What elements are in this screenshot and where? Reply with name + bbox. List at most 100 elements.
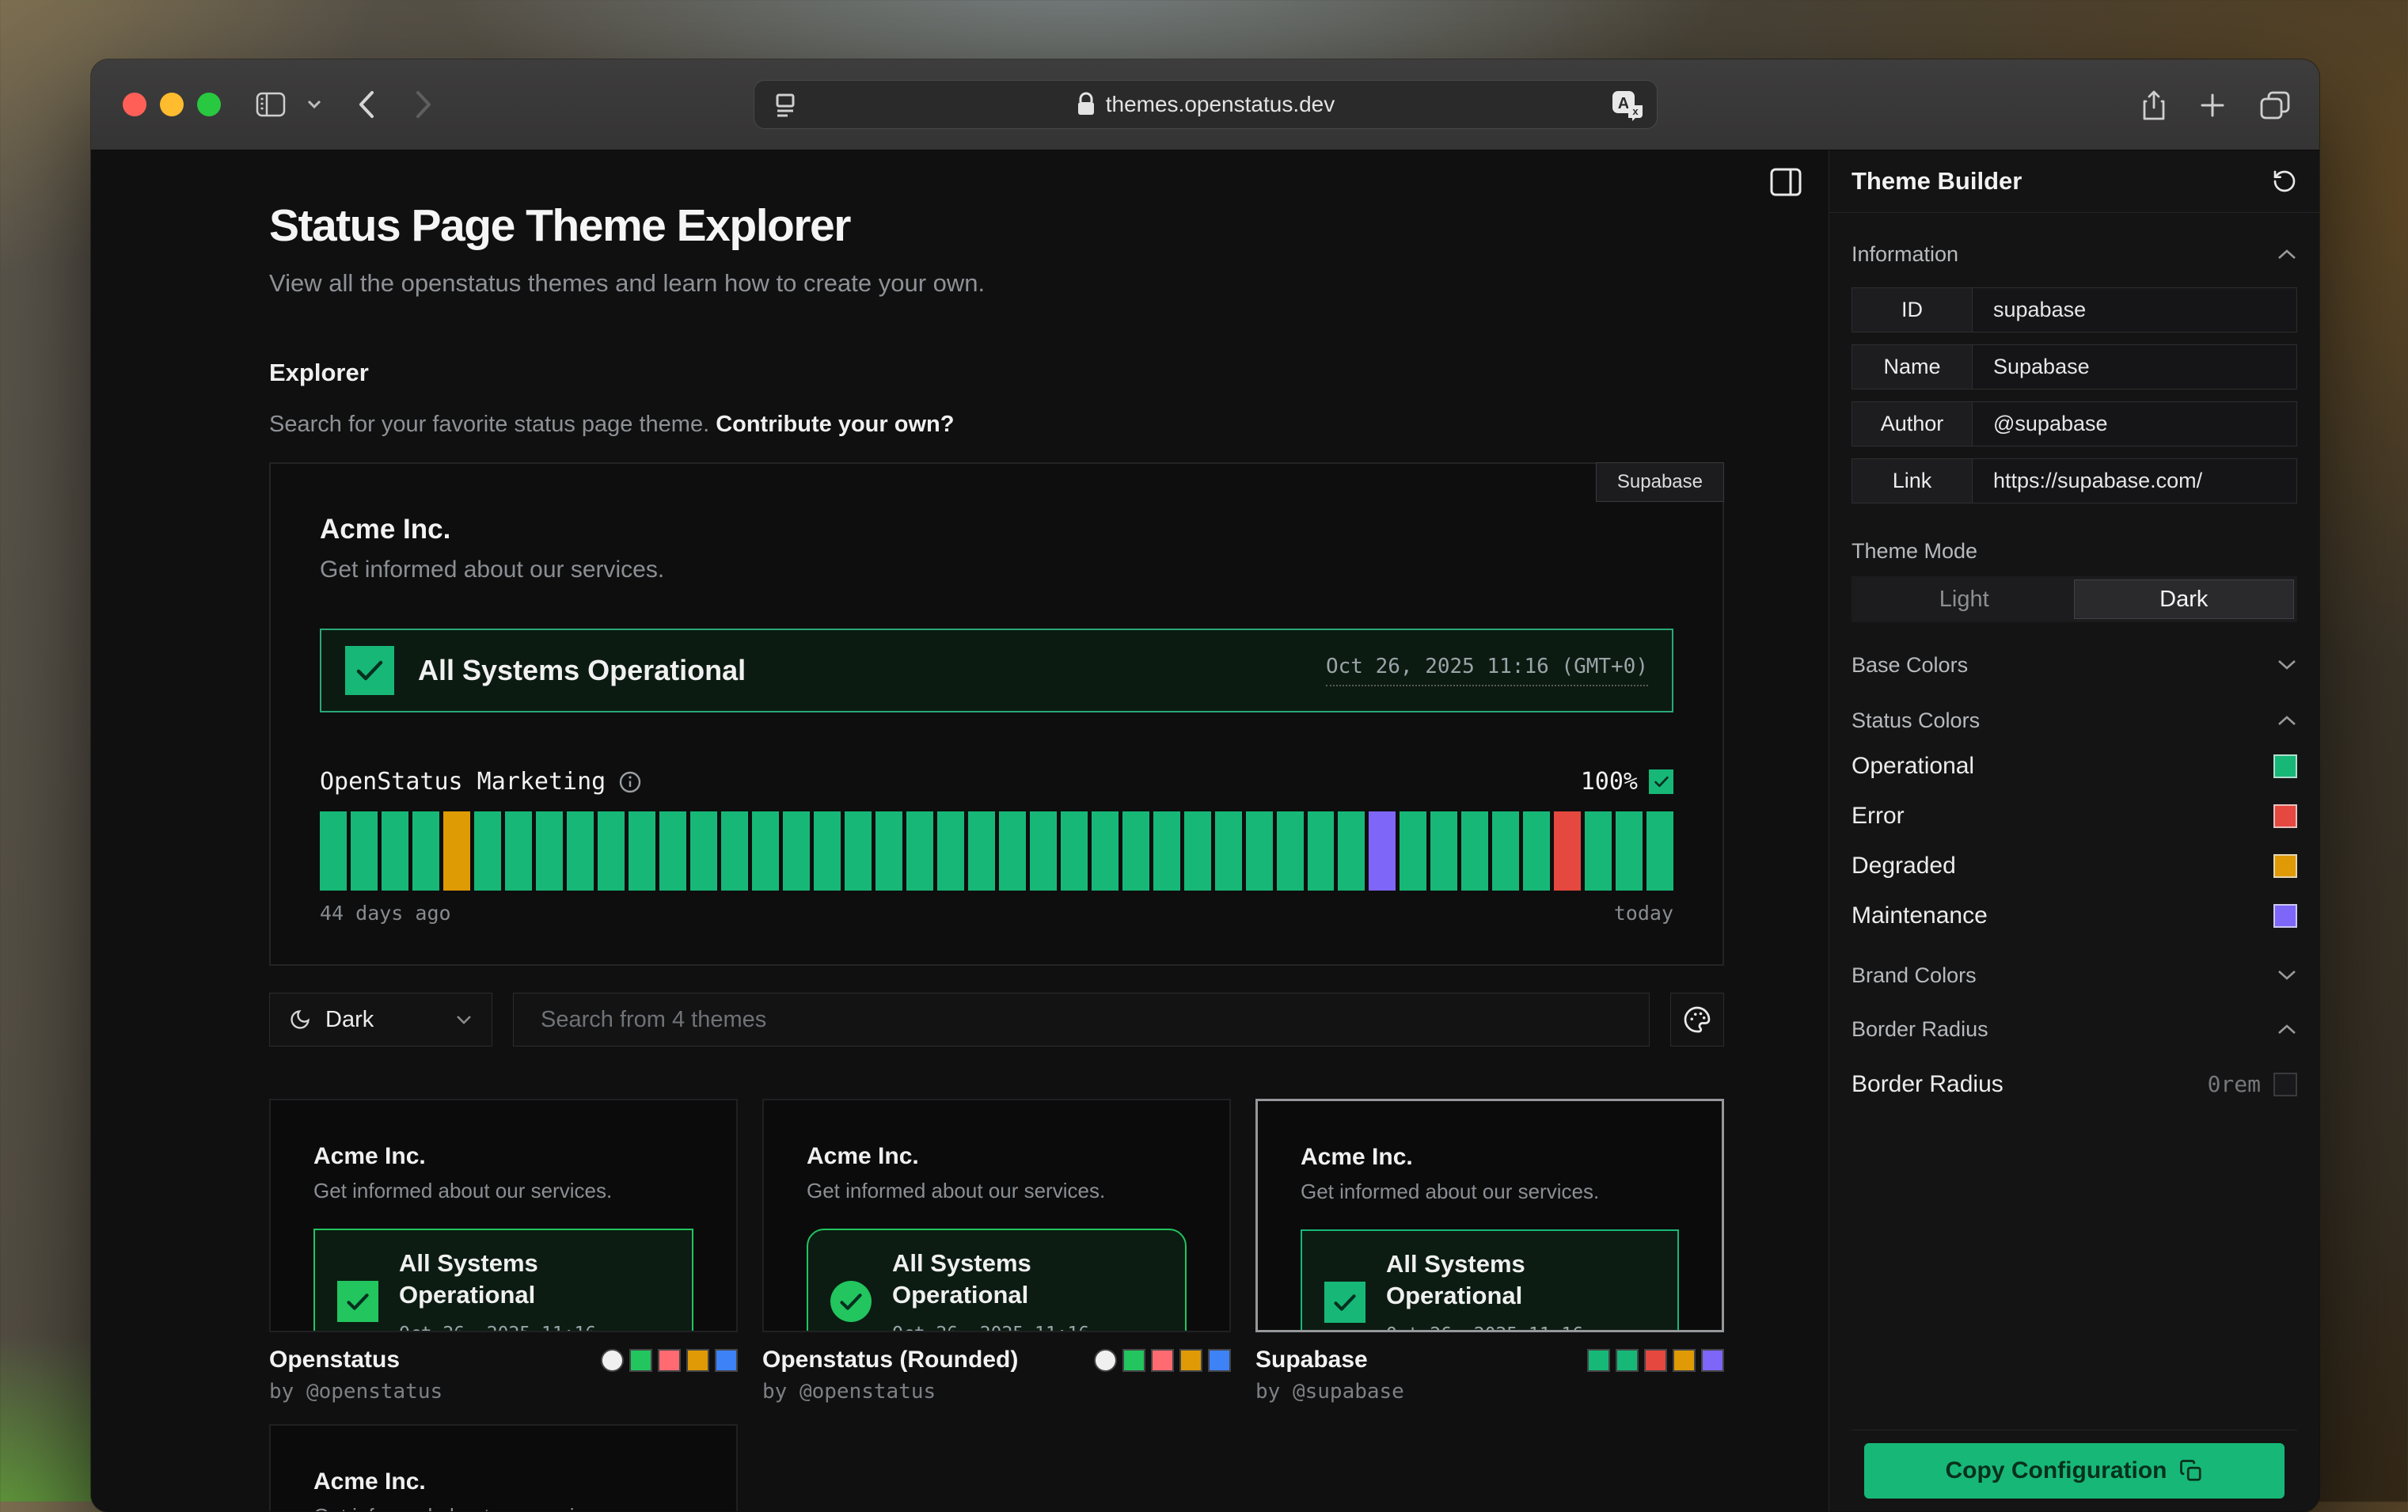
uptime-bar-operational[interactable]: [1184, 811, 1211, 891]
uptime-bar-operational[interactable]: [875, 811, 902, 891]
theme-card-preview[interactable]: Acme Inc.Get informed about our services…: [269, 1424, 738, 1511]
status-color-swatch[interactable]: [2273, 804, 2297, 828]
tab-overview-icon[interactable]: [2259, 90, 2291, 120]
back-button[interactable]: [357, 89, 376, 120]
uptime-bar-operational[interactable]: [937, 811, 964, 891]
theme-name[interactable]: Openstatus: [269, 1347, 400, 1373]
info-value-input[interactable]: https://supabase.com/: [1973, 459, 2296, 503]
uptime-bar-operational[interactable]: [1153, 811, 1180, 891]
uptime-bar-operational[interactable]: [906, 811, 933, 891]
minimize-window-button[interactable]: [160, 93, 184, 116]
uptime-bar-operational[interactable]: [1461, 811, 1488, 891]
border-radius-swatch[interactable]: [2273, 1073, 2297, 1096]
uptime-bar-operational[interactable]: [1308, 811, 1335, 891]
info-value-input[interactable]: @supabase: [1973, 402, 2296, 446]
search-input[interactable]: [522, 1007, 1641, 1033]
section-status-colors[interactable]: Status Colors: [1852, 700, 2297, 741]
mini-org-tagline: Get informed about our services.: [313, 1178, 693, 1203]
uptime-bar-operational[interactable]: [1523, 811, 1550, 891]
status-color-swatch[interactable]: [2273, 754, 2297, 778]
uptime-bar-maintenance[interactable]: [1369, 811, 1396, 891]
uptime-bar-operational[interactable]: [1585, 811, 1612, 891]
theme-card-preview[interactable]: Acme Inc.Get informed about our services…: [1255, 1099, 1724, 1332]
uptime-bar-operational[interactable]: [382, 811, 408, 891]
uptime-bar-operational[interactable]: [598, 811, 625, 891]
zoom-window-button[interactable]: [197, 93, 221, 116]
new-tab-icon[interactable]: [2199, 92, 2226, 119]
uptime-bar-operational[interactable]: [1277, 811, 1304, 891]
uptime-bar-operational[interactable]: [1338, 811, 1365, 891]
uptime-bar-operational[interactable]: [1092, 811, 1119, 891]
section-information[interactable]: Information: [1852, 234, 2297, 275]
uptime-bar-operational[interactable]: [968, 811, 995, 891]
section-base-colors[interactable]: Base Colors: [1852, 644, 2297, 686]
sidebar-toggle-icon[interactable]: [256, 92, 286, 117]
reset-icon[interactable]: [2272, 169, 2297, 194]
uptime-bar-operational[interactable]: [752, 811, 779, 891]
info-value-input[interactable]: supabase: [1973, 288, 2296, 332]
mode-option-light[interactable]: Light: [1855, 579, 2074, 619]
status-banner: All Systems Operational Oct 26, 2025 11:…: [320, 629, 1673, 712]
mini-status-label: Operational: [1386, 1280, 1655, 1312]
section-border-radius[interactable]: Border Radius: [1852, 1009, 2297, 1050]
share-icon[interactable]: [2142, 90, 2166, 120]
info-value-input[interactable]: Supabase: [1973, 345, 2296, 389]
page-title: Status Page Theme Explorer: [269, 199, 1724, 252]
theme-name[interactable]: Openstatus (Rounded): [762, 1347, 1018, 1373]
uptime-bar-operational[interactable]: [1430, 811, 1457, 891]
uptime-bar-operational[interactable]: [721, 811, 748, 891]
close-window-button[interactable]: [123, 93, 146, 116]
uptime-bar-operational[interactable]: [412, 811, 439, 891]
section-brand-colors[interactable]: Brand Colors: [1852, 955, 2297, 996]
uptime-bar-operational[interactable]: [1400, 811, 1426, 891]
uptime-bar-operational[interactable]: [999, 811, 1026, 891]
forward-button[interactable]: [414, 89, 433, 120]
contribute-link[interactable]: Contribute your own?: [716, 412, 954, 437]
info-icon[interactable]: [618, 770, 642, 794]
theme-name[interactable]: Supabase: [1255, 1347, 1368, 1373]
uptime-bar-operational[interactable]: [1122, 811, 1149, 891]
status-timestamp[interactable]: Oct 26, 2025 11:16 (GMT+0): [1326, 655, 1648, 686]
reader-icon[interactable]: [772, 92, 799, 119]
uptime-bar-error[interactable]: [1554, 811, 1581, 891]
address-bar[interactable]: themes.openstatus.dev A x: [754, 80, 1658, 129]
uptime-bar-operational[interactable]: [1492, 811, 1519, 891]
uptime-bar-operational[interactable]: [351, 811, 378, 891]
info-label: Name: [1852, 345, 1973, 389]
uptime-bar-operational[interactable]: [1030, 811, 1057, 891]
sidebar-chevron-down-icon[interactable]: [306, 99, 322, 110]
uptime-bar-operational[interactable]: [1646, 811, 1673, 891]
theme-card-preview[interactable]: Acme Inc.Get informed about our services…: [269, 1099, 738, 1332]
uptime-bar-operational[interactable]: [1616, 811, 1643, 891]
uptime-bar-operational[interactable]: [1061, 811, 1088, 891]
monitor-name[interactable]: OpenStatus Marketing: [320, 768, 606, 796]
uptime-bar-degraded[interactable]: [443, 811, 470, 891]
copy-configuration-button[interactable]: Copy Configuration: [1864, 1443, 2285, 1499]
info-label: ID: [1852, 288, 1973, 332]
status-color-swatch[interactable]: [2273, 854, 2297, 878]
uptime-bar-operational[interactable]: [1215, 811, 1242, 891]
status-color-swatch[interactable]: [2273, 904, 2297, 928]
theme-mode-dropdown[interactable]: Dark: [269, 993, 492, 1047]
border-radius-value[interactable]: 0rem: [2208, 1071, 2261, 1097]
uptime-bar-operational[interactable]: [505, 811, 532, 891]
uptime-bar-operational[interactable]: [845, 811, 872, 891]
uptime-bar-operational[interactable]: [814, 811, 841, 891]
uptime-bar-operational[interactable]: [690, 811, 717, 891]
uptime-bar-operational[interactable]: [629, 811, 655, 891]
mini-org-tagline: Get informed about our services.: [313, 1503, 693, 1511]
uptime-bar-operational[interactable]: [536, 811, 563, 891]
uptime-bar-operational[interactable]: [1246, 811, 1273, 891]
uptime-bar-operational[interactable]: [659, 811, 686, 891]
mini-status-banner: All SystemsOperationalOct 26, 2025 11:16…: [313, 1229, 693, 1332]
color-swatch: [686, 1349, 709, 1372]
panel-toggle-icon[interactable]: [1767, 163, 1805, 201]
uptime-bar-operational[interactable]: [567, 811, 594, 891]
uptime-bar-operational[interactable]: [474, 811, 501, 891]
translate-icon[interactable]: A x: [1611, 89, 1644, 121]
palette-button[interactable]: [1670, 993, 1724, 1047]
uptime-bar-operational[interactable]: [320, 811, 347, 891]
mode-option-dark[interactable]: Dark: [2074, 579, 2295, 619]
uptime-bar-operational[interactable]: [783, 811, 810, 891]
theme-card-preview[interactable]: Acme Inc.Get informed about our services…: [762, 1099, 1231, 1332]
